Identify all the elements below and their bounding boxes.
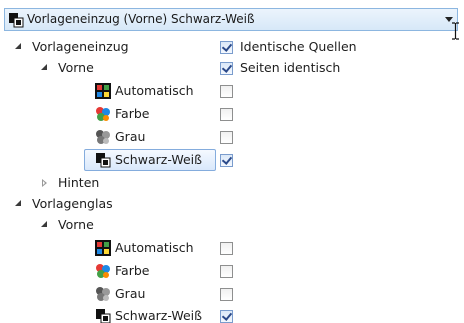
tree-item-vorne[interactable]: Vorne (58, 215, 94, 235)
black-white-icon (96, 153, 111, 168)
scan-source-dropdown[interactable]: Vorlageneinzug (Vorne) Schwarz-Weiß (4, 8, 458, 31)
automatisch-checkbox[interactable] (220, 85, 233, 98)
seiten-identisch-label: Seiten identisch (240, 60, 341, 75)
schwarz-weiss-checkbox[interactable] (220, 310, 233, 323)
tree-item-vorne[interactable]: Vorne (58, 58, 94, 78)
grau-checkbox[interactable] (220, 131, 233, 144)
expand-hinten-icon[interactable] (40, 179, 50, 189)
expand-vorne-icon[interactable] (40, 220, 50, 230)
tree-item-automatisch[interactable]: Automatisch (115, 81, 194, 101)
identische-quellen-label: Identische Quellen (240, 39, 357, 54)
automatisch-checkbox[interactable] (220, 242, 233, 255)
color-grid-icon (95, 83, 111, 99)
tree-item-schwarz-weiss[interactable]: Schwarz-Weiß (115, 306, 202, 323)
seiten-identisch-checkbox[interactable] (220, 62, 233, 75)
dropdown-value: Vorlageneinzug (Vorne) Schwarz-Weiß (27, 12, 255, 26)
farbe-checkbox[interactable] (220, 108, 233, 121)
tree-item-vorlageneinzug[interactable]: Vorlageneinzug (32, 37, 129, 57)
identische-quellen-checkbox[interactable] (220, 41, 233, 54)
tree-item-schwarz-weiss[interactable]: Schwarz-Weiß (115, 150, 202, 170)
expand-vorlagenglas-icon[interactable] (14, 199, 24, 209)
tree-item-grau[interactable]: Grau (115, 127, 145, 147)
black-white-icon (9, 13, 24, 28)
black-white-icon (96, 309, 111, 323)
tree-item-vorlagenglas[interactable]: Vorlagenglas (32, 194, 113, 214)
text-cursor-icon (452, 22, 459, 40)
expand-vorne-icon[interactable] (40, 63, 50, 73)
tree-item-automatisch[interactable]: Automatisch (115, 238, 194, 258)
tree-item-hinten[interactable]: Hinten (58, 173, 99, 193)
tree-item-grau[interactable]: Grau (115, 284, 145, 304)
expand-vorlageneinzug-icon[interactable] (14, 42, 24, 52)
schwarz-weiss-checkbox[interactable] (220, 154, 233, 167)
tree-item-farbe[interactable]: Farbe (115, 104, 149, 124)
color-grid-icon (95, 240, 111, 256)
color-palette-icon (96, 264, 110, 278)
gray-palette-icon (96, 130, 110, 144)
gray-palette-icon (96, 287, 110, 301)
grau-checkbox[interactable] (220, 288, 233, 301)
tree-item-farbe[interactable]: Farbe (115, 261, 149, 281)
color-palette-icon (96, 107, 110, 121)
farbe-checkbox[interactable] (220, 265, 233, 278)
